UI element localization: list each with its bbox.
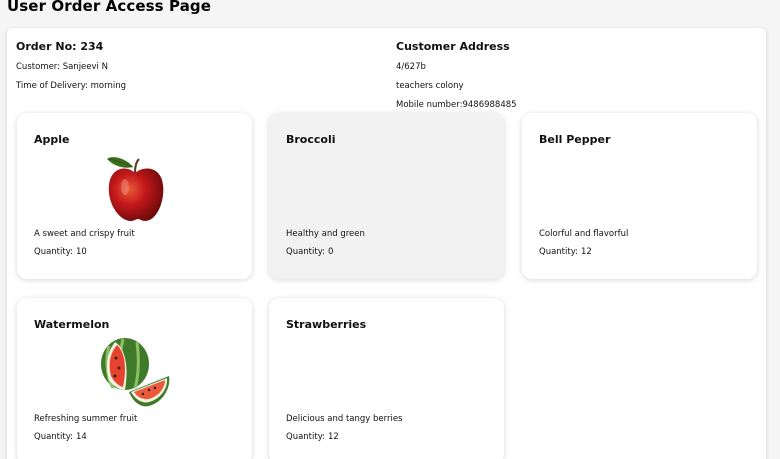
- product-card-broccoli[interactable]: Broccoli Healthy and green Quantity: 0: [269, 113, 504, 279]
- address-title: Customer Address: [396, 40, 510, 53]
- apple-image: [107, 157, 164, 221]
- delivery-time: Time of Delivery: morning: [16, 81, 126, 91]
- address-line-1: 4/627b: [396, 62, 426, 72]
- product-name: Bell Pepper: [539, 133, 611, 146]
- product-name: Broccoli: [286, 133, 336, 146]
- product-description: Colorful and flavorful: [539, 229, 629, 239]
- product-quantity: Quantity: 12: [539, 247, 592, 257]
- product-quantity: Quantity: 14: [34, 432, 87, 442]
- customer-name: Customer: Sanjeevi N: [16, 62, 108, 72]
- page-title: User Order Access Page: [7, 0, 212, 15]
- product-description: Delicious and tangy berries: [286, 414, 403, 424]
- product-quantity: Quantity: 0: [286, 247, 333, 257]
- product-description: A sweet and crispy fruit: [34, 229, 135, 239]
- quantity-label: Quantity:: [286, 432, 325, 442]
- quantity-value: 12: [580, 247, 592, 257]
- product-card-bell-pepper[interactable]: Bell Pepper Colorful and flavorful Quant…: [522, 113, 757, 279]
- product-quantity: Quantity: 12: [286, 432, 339, 442]
- product-quantity: Quantity: 10: [34, 247, 87, 257]
- product-description: Refreshing summer fruit: [34, 414, 138, 424]
- address-line-2: teachers colony: [396, 81, 464, 91]
- product-card-apple[interactable]: Apple A sweet and crispy fruit Quantity:…: [17, 113, 252, 279]
- mobile-number: Mobile number:9486988485: [396, 100, 517, 110]
- product-name: Apple: [34, 133, 70, 146]
- quantity-label: Quantity:: [34, 432, 73, 442]
- product-description: Healthy and green: [286, 229, 365, 239]
- quantity-label: Quantity:: [539, 247, 578, 257]
- quantity-value: 14: [75, 432, 87, 442]
- product-card-watermelon[interactable]: Watermelon Refreshing summer fruit Quant…: [17, 298, 252, 459]
- customer-address: Customer Address 4/627b teachers colony …: [396, 40, 517, 110]
- order-info: Order No: 234 Customer: Sanjeevi N Time …: [16, 40, 126, 91]
- order-number: Order No: 234: [16, 40, 104, 53]
- product-card-strawberries[interactable]: Strawberries Delicious and tangy berries…: [269, 298, 504, 459]
- quantity-value: 10: [75, 247, 87, 257]
- product-name: Watermelon: [34, 318, 110, 331]
- quantity-value: 0: [327, 247, 334, 257]
- quantity-value: 12: [327, 432, 339, 442]
- product-name: Strawberries: [286, 318, 367, 331]
- quantity-label: Quantity:: [34, 247, 73, 257]
- quantity-label: Quantity:: [286, 247, 325, 257]
- watermelon-image: [101, 338, 170, 407]
